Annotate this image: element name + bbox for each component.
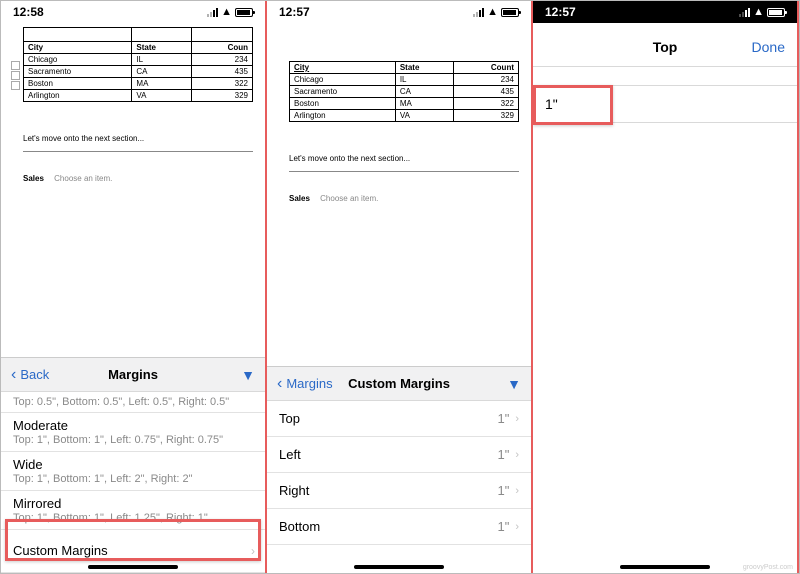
document-preview[interactable]: City State Coun ChicagoIL234 SacramentoC… — [1, 23, 265, 191]
back-label: Margins — [286, 376, 332, 391]
col-count: Coun — [191, 42, 252, 54]
margins-sheet: ‹ Back Margins ▼ Top: 0.5", Bottom: 0.5"… — [1, 357, 265, 573]
sales-field[interactable]: Sales Choose an item. — [23, 174, 253, 183]
phone-screen-2: 12:57 ▲ City State Count ChicagoIL234 Sa… — [267, 1, 533, 573]
col-state: State — [132, 42, 191, 54]
chevron-right-icon: › — [515, 521, 519, 533]
margin-option-narrow-truncated[interactable]: Top: 0.5", Bottom: 0.5", Left: 0.5", Rig… — [1, 392, 265, 413]
table-row: ChicagoIL234 — [290, 74, 519, 86]
clock: 12:58 — [13, 5, 44, 19]
cellular-icon — [739, 8, 750, 17]
col-count: Count — [453, 62, 518, 74]
collapse-button[interactable]: ▼ — [507, 376, 521, 392]
document-preview[interactable]: City State Count ChicagoIL234 Sacramento… — [267, 23, 531, 211]
back-button[interactable]: ‹ Margins — [277, 376, 333, 392]
margin-left-row[interactable]: Left 1"› — [267, 437, 531, 473]
clock: 12:57 — [545, 5, 576, 19]
chevron-right-icon: › — [515, 413, 519, 425]
city-table: City State Count ChicagoIL234 Sacramento… — [289, 61, 519, 122]
phone-screen-3: 12:57 ▲ Top Done 1" — [533, 1, 799, 573]
table-row: BostonMA322 — [290, 98, 519, 110]
chevron-right-icon: › — [515, 449, 519, 461]
table-row: ArlingtonVA329 — [290, 110, 519, 122]
status-indicators: ▲ — [473, 6, 519, 18]
home-indicator[interactable] — [620, 565, 710, 569]
status-bar: 12:57 ▲ — [267, 1, 531, 23]
chevron-right-icon: › — [515, 485, 519, 497]
col-state: State — [395, 62, 453, 74]
phone-screen-1: 12:58 ▲ City State Coun ChicagoIL2 — [1, 1, 267, 573]
sales-placeholder: Choose an item. — [320, 194, 378, 203]
watermark: groovyPost.com — [743, 564, 793, 571]
sales-label: Sales — [23, 174, 44, 183]
margin-right-row[interactable]: Right 1"› — [267, 473, 531, 509]
margin-option-wide[interactable]: Wide Top: 1", Bottom: 1", Left: 2", Righ… — [1, 452, 265, 491]
wifi-icon: ▲ — [753, 6, 764, 18]
margin-value-input[interactable]: 1" — [533, 85, 797, 123]
city-table: City State Coun ChicagoIL234 SacramentoC… — [23, 27, 253, 102]
table-row: ChicagoIL234 — [24, 54, 253, 66]
chevron-left-icon: ‹ — [11, 367, 16, 383]
table-row: BostonMA322 — [24, 78, 253, 90]
screenshot-triptych: 12:58 ▲ City State Coun ChicagoIL2 — [0, 0, 800, 574]
section-text: Let's move onto the next section... — [289, 154, 519, 163]
battery-icon — [501, 8, 519, 17]
status-bar: 12:58 ▲ — [1, 1, 265, 23]
sales-field[interactable]: Sales Choose an item. — [289, 194, 519, 203]
sales-label: Sales — [289, 194, 310, 203]
margin-option-mirrored[interactable]: Mirrored Top: 1", Bottom: 1", Left: 1.25… — [1, 491, 265, 530]
sheet-header: ‹ Margins Custom Margins ▼ — [267, 367, 531, 401]
home-indicator[interactable] — [354, 565, 444, 569]
margin-value: 1" — [545, 96, 558, 112]
col-city: City — [290, 62, 396, 74]
battery-icon — [235, 8, 253, 17]
home-indicator[interactable] — [88, 565, 178, 569]
table-row: SacramentoCA435 — [24, 66, 253, 78]
section-text: Let's move onto the next section... — [23, 134, 253, 143]
status-bar: 12:57 ▲ — [533, 1, 797, 23]
collapse-button[interactable]: ▼ — [241, 367, 255, 383]
custom-margins-sheet: ‹ Margins Custom Margins ▼ Top 1"› Left … — [267, 366, 531, 573]
cellular-icon — [207, 8, 218, 17]
divider — [289, 171, 519, 172]
back-label: Back — [20, 367, 49, 382]
margin-bottom-row[interactable]: Bottom 1"› — [267, 509, 531, 545]
table-row: ArlingtonVA329 — [24, 90, 253, 102]
status-indicators: ▲ — [739, 6, 785, 18]
wifi-icon: ▲ — [487, 6, 498, 18]
done-button[interactable]: Done — [752, 39, 785, 55]
chevron-right-icon: › — [251, 544, 255, 558]
cellular-icon — [473, 8, 484, 17]
status-indicators: ▲ — [207, 6, 253, 18]
divider — [23, 151, 253, 152]
back-button[interactable]: ‹ Back — [11, 367, 49, 383]
battery-icon — [767, 8, 785, 17]
wifi-icon: ▲ — [221, 6, 232, 18]
clock: 12:57 — [279, 5, 310, 19]
chevron-left-icon: ‹ — [277, 376, 282, 392]
sheet-header: ‹ Back Margins ▼ — [1, 358, 265, 392]
margin-top-row[interactable]: Top 1"› — [267, 401, 531, 437]
editor-header: Top Done — [533, 27, 797, 67]
margin-option-moderate[interactable]: Moderate Top: 1", Bottom: 1", Left: 0.75… — [1, 413, 265, 452]
sales-placeholder: Choose an item. — [54, 174, 112, 183]
table-row: SacramentoCA435 — [290, 86, 519, 98]
track-changes-markers — [11, 61, 20, 90]
col-city: City — [24, 42, 132, 54]
